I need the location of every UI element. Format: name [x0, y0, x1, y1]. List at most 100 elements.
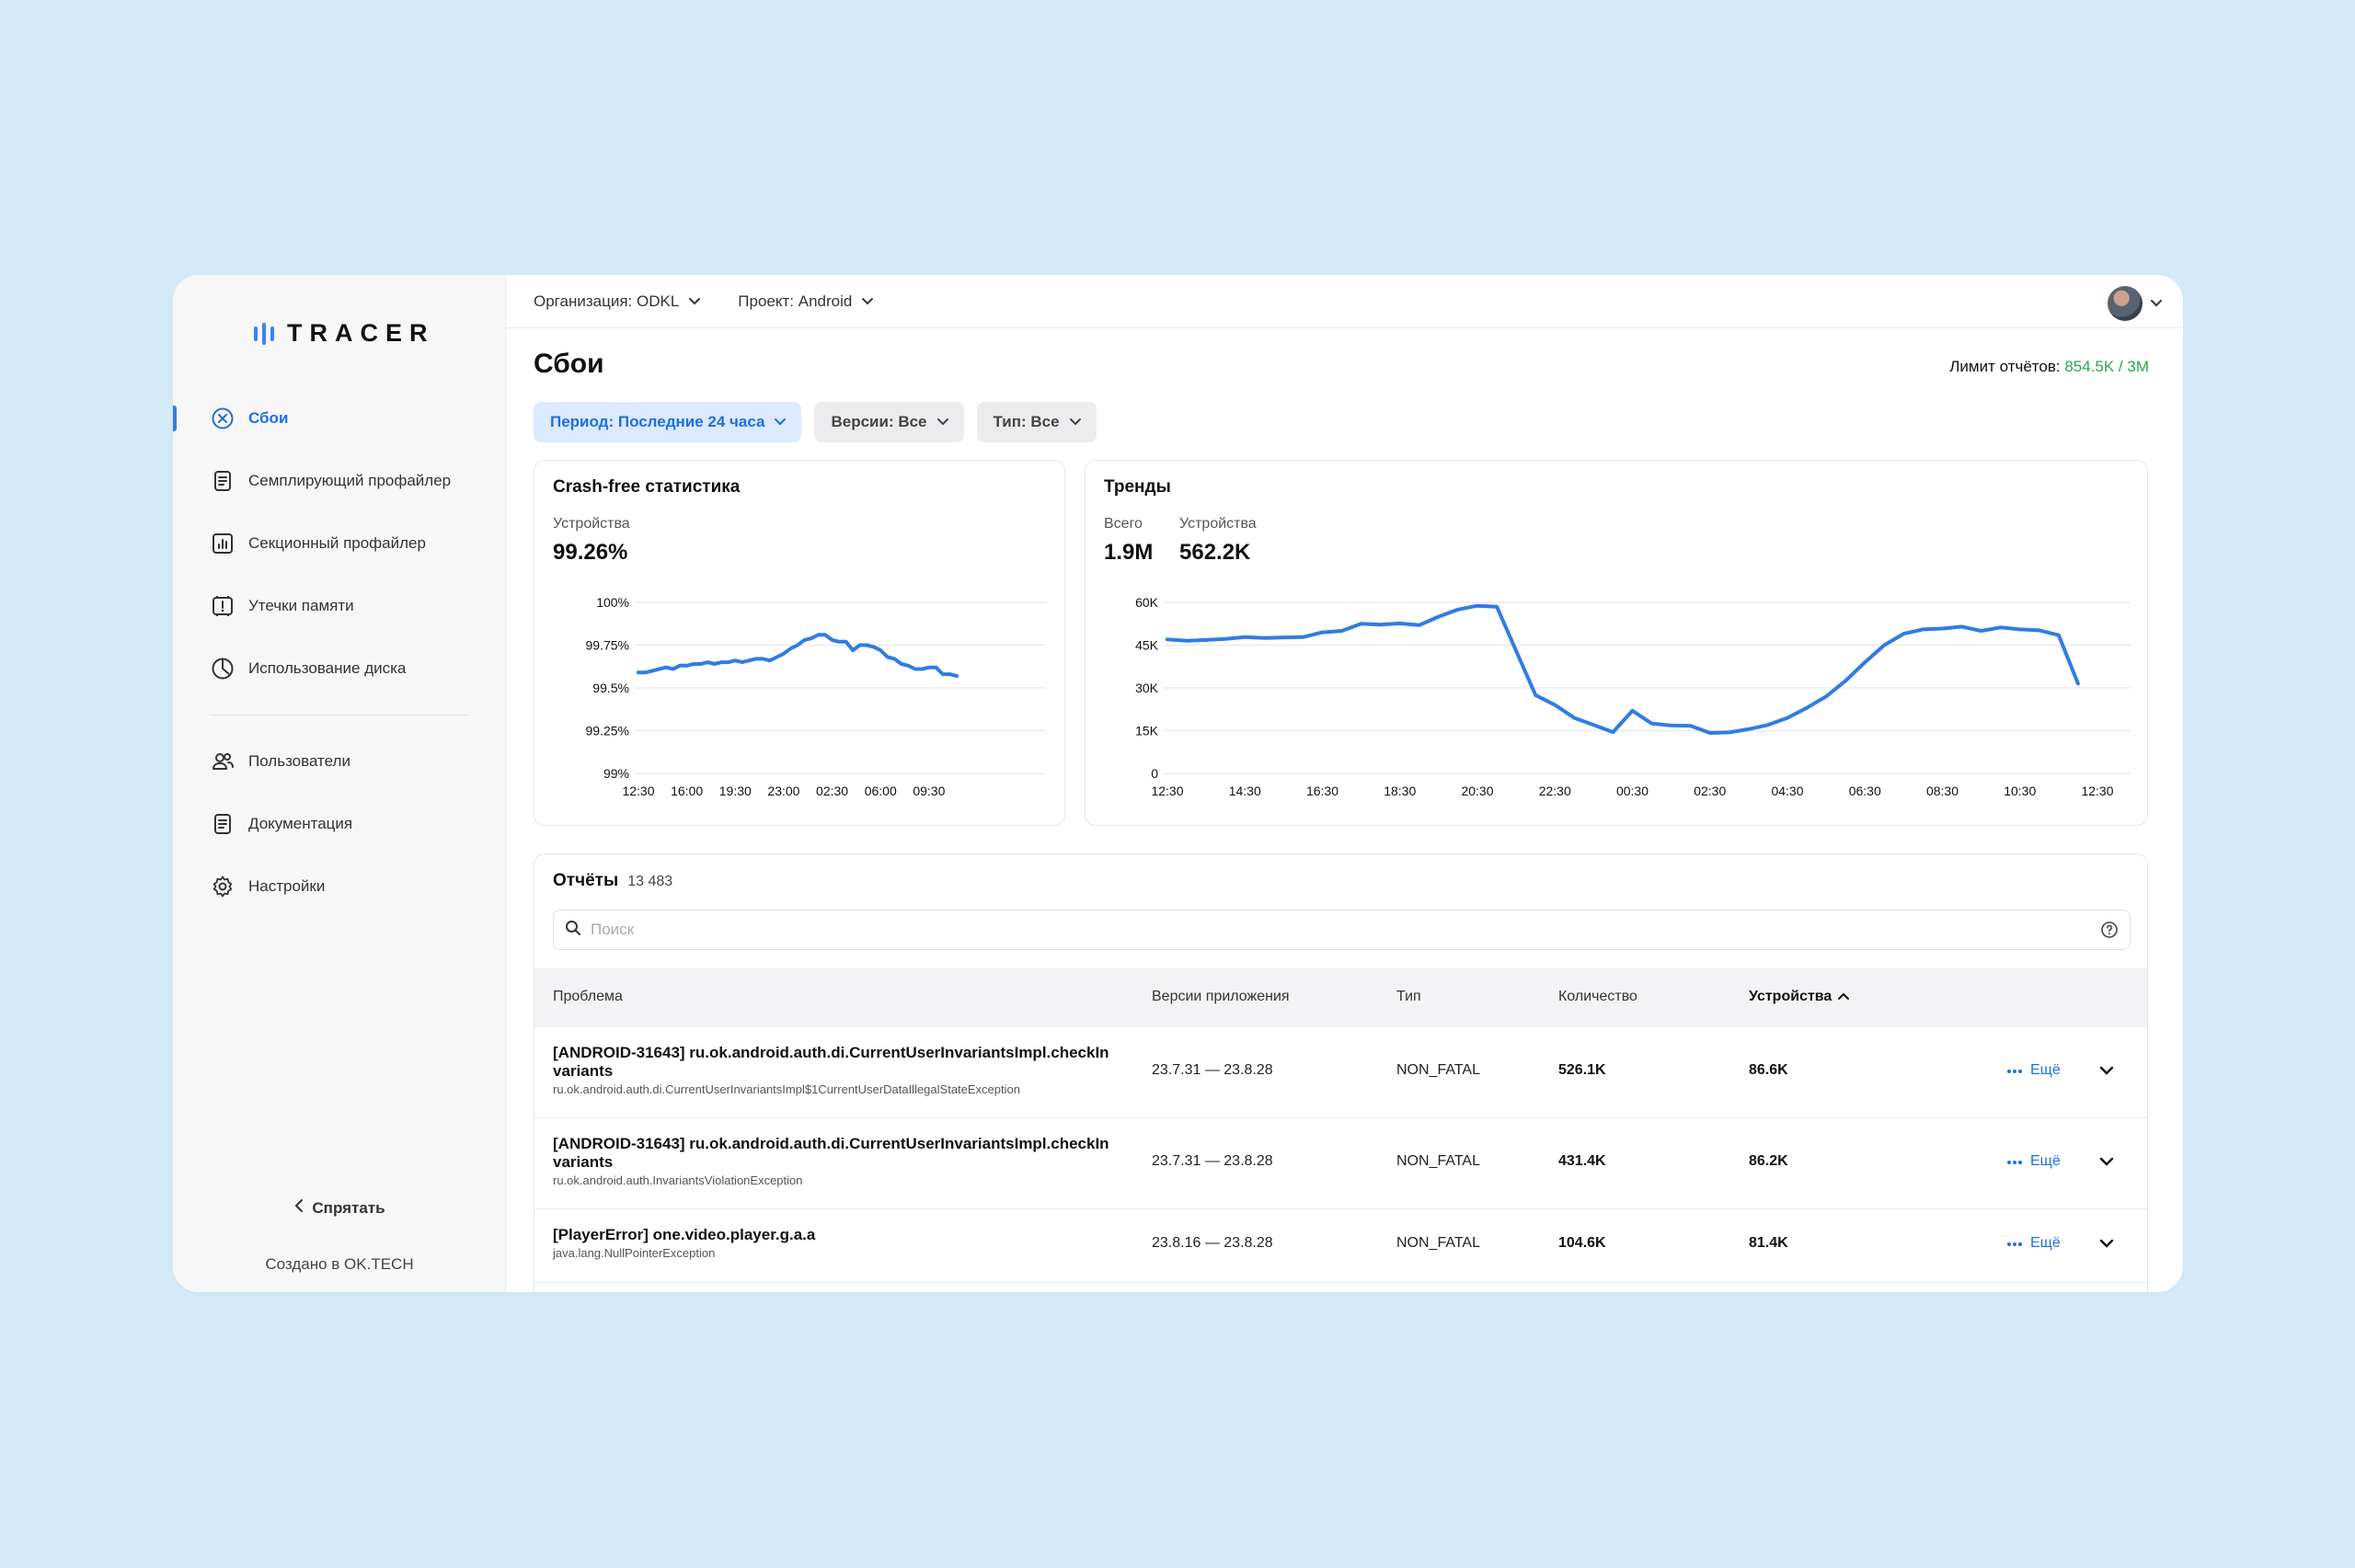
expand-row-button[interactable]	[2098, 1155, 2115, 1172]
x-tick-label: 02:30	[1694, 784, 1726, 798]
top-bar: Организация: ODKL Проект: Android	[506, 275, 2183, 328]
column-count[interactable]: Количество	[1558, 989, 1637, 1005]
data-point	[1728, 730, 1731, 734]
problem-cell: [ANDROID-31643] ru.ok.android.auth.di.Cu…	[553, 1044, 1114, 1096]
type-filter[interactable]: Тип: Все	[976, 402, 1097, 442]
sidebar-item-settings[interactable]: Настройки	[173, 855, 505, 918]
more-label: Ещё	[2030, 1153, 2061, 1169]
y-tick-label: 0	[1151, 766, 1158, 781]
y-tick-label: 60K	[1135, 595, 1159, 610]
versions-cell: 23.7.31 — 23.8.28	[1152, 1153, 1273, 1169]
x-tick-label: 16:00	[671, 784, 703, 798]
sidebar-item-label: Утечки памяти	[248, 597, 354, 614]
table-row[interactable]: [ANDROID-31643] ru.ok.android.auth.di.Cu…	[534, 1027, 2147, 1118]
more-button[interactable]: Ещё	[2006, 1153, 2061, 1170]
sidebar-item-label: Настройки	[248, 877, 326, 895]
made-by-text: Создано в OK.TECH	[265, 1255, 414, 1273]
y-tick-label: 15K	[1135, 724, 1159, 738]
help-icon[interactable]	[2100, 921, 2119, 944]
logo-bars-icon	[254, 322, 274, 345]
ellipsis-icon	[2006, 1153, 2023, 1170]
data-point	[692, 662, 695, 666]
data-point	[719, 660, 723, 664]
data-point	[948, 672, 952, 676]
problem-cell: [ANDROID-31643] ru.ok.android.auth.di.Cu…	[553, 1135, 1114, 1187]
data-point	[955, 674, 959, 678]
problem-exception: ru.ok.android.auth.InvariantsViolationEx…	[553, 1173, 803, 1187]
column-problem[interactable]: Проблема	[553, 989, 623, 1005]
period-filter[interactable]: Период: Последние 24 часа	[534, 402, 802, 442]
search-box[interactable]	[553, 910, 2131, 950]
x-tick-label: 02:30	[816, 784, 848, 798]
data-point	[816, 633, 821, 636]
reports-header: Отчёты 13 483	[553, 871, 672, 891]
document-icon	[210, 468, 236, 494]
more-button[interactable]: Ещё	[2006, 1235, 2061, 1252]
data-point	[727, 660, 730, 664]
column-devices[interactable]: Устройства	[1749, 989, 1850, 1005]
column-type[interactable]: Тип	[1396, 989, 1421, 1005]
ellipsis-icon	[2006, 1062, 2023, 1079]
data-point	[823, 633, 827, 636]
data-point	[886, 655, 890, 659]
data-point	[802, 638, 807, 642]
x-tick-label: 23:00	[767, 784, 799, 798]
data-point	[1670, 724, 1673, 727]
data-point	[1223, 637, 1227, 641]
chevron-down-icon	[936, 413, 949, 431]
expand-row-button[interactable]	[2098, 1237, 2115, 1253]
data-point	[2057, 634, 2061, 637]
data-point	[1243, 635, 1246, 639]
more-label: Ещё	[2030, 1062, 2061, 1078]
data-point	[699, 662, 703, 666]
sidebar-item-documentation[interactable]: Документация	[173, 793, 505, 855]
table-row[interactable]: [PlayerError] one.video.player.g.a.a jav…	[534, 1209, 2147, 1283]
data-point	[941, 672, 945, 676]
organization-dropdown[interactable]: Организация: ODKL	[534, 292, 701, 311]
sidebar-item-disk-usage[interactable]: Использование диска	[173, 637, 505, 700]
filters-bar: Период: Последние 24 часа Версии: Все Ти…	[534, 402, 1097, 442]
y-tick-label: 30K	[1135, 681, 1159, 695]
data-point	[713, 662, 717, 666]
y-tick-label: 99.75%	[586, 638, 629, 653]
data-point	[2038, 628, 2041, 632]
sidebar-item-section-profiler[interactable]: Секционный профайлер	[173, 512, 505, 575]
expand-row-button[interactable]	[2098, 1064, 2115, 1081]
count-cell: 526.1K	[1558, 1062, 1606, 1078]
data-point	[672, 667, 675, 671]
data-point	[1360, 622, 1363, 625]
type-cell: NON_FATAL	[1396, 1062, 1480, 1078]
data-point	[1185, 639, 1189, 643]
data-point	[1708, 731, 1712, 735]
sidebar-item-crashes[interactable]: Сбои	[173, 387, 505, 450]
user-menu[interactable]	[2108, 286, 2163, 321]
more-button[interactable]: Ещё	[2006, 1062, 2061, 1079]
more-label: Ещё	[2030, 1235, 2061, 1251]
data-point	[1476, 604, 1479, 608]
table-row[interactable]: [ANDROID-31643] ru.ok.android.auth.di.Cu…	[534, 1118, 2147, 1209]
hide-sidebar-button[interactable]: Спрятать	[173, 1198, 506, 1218]
count-cell: 104.6K	[1558, 1235, 1606, 1251]
sidebar-item-sampling-profiler[interactable]: Семплирующий профайлер	[173, 450, 505, 512]
sidebar-item-memory-leaks[interactable]: Утечки памяти	[173, 575, 505, 637]
x-tick-label: 00:30	[1616, 784, 1648, 798]
sidebar-item-label: Семплирующий профайлер	[248, 472, 452, 489]
data-point	[1514, 649, 1518, 653]
data-point	[872, 645, 876, 648]
x-tick-label: 10:30	[2004, 784, 2036, 798]
sidebar-item-label: Секционный профайлер	[248, 534, 426, 552]
column-versions[interactable]: Версии приложения	[1152, 989, 1290, 1005]
tracer-logo[interactable]: TRACER	[254, 319, 435, 348]
data-point	[761, 657, 764, 660]
versions-filter[interactable]: Версии: Все	[814, 402, 964, 442]
crashfree-card: Crash-free статистика Устройства 99.26% …	[534, 460, 1065, 826]
devices-cell: 81.4K	[1749, 1235, 1788, 1251]
data-point	[851, 648, 855, 652]
sidebar-item-users[interactable]: Пользователи	[173, 730, 505, 793]
chevron-down-icon	[1069, 413, 1082, 431]
series-line	[637, 633, 959, 678]
x-tick-label: 14:30	[1229, 784, 1261, 798]
data-point	[657, 667, 661, 671]
search-input[interactable]	[591, 921, 2130, 939]
project-dropdown[interactable]: Проект: Android	[738, 292, 874, 311]
